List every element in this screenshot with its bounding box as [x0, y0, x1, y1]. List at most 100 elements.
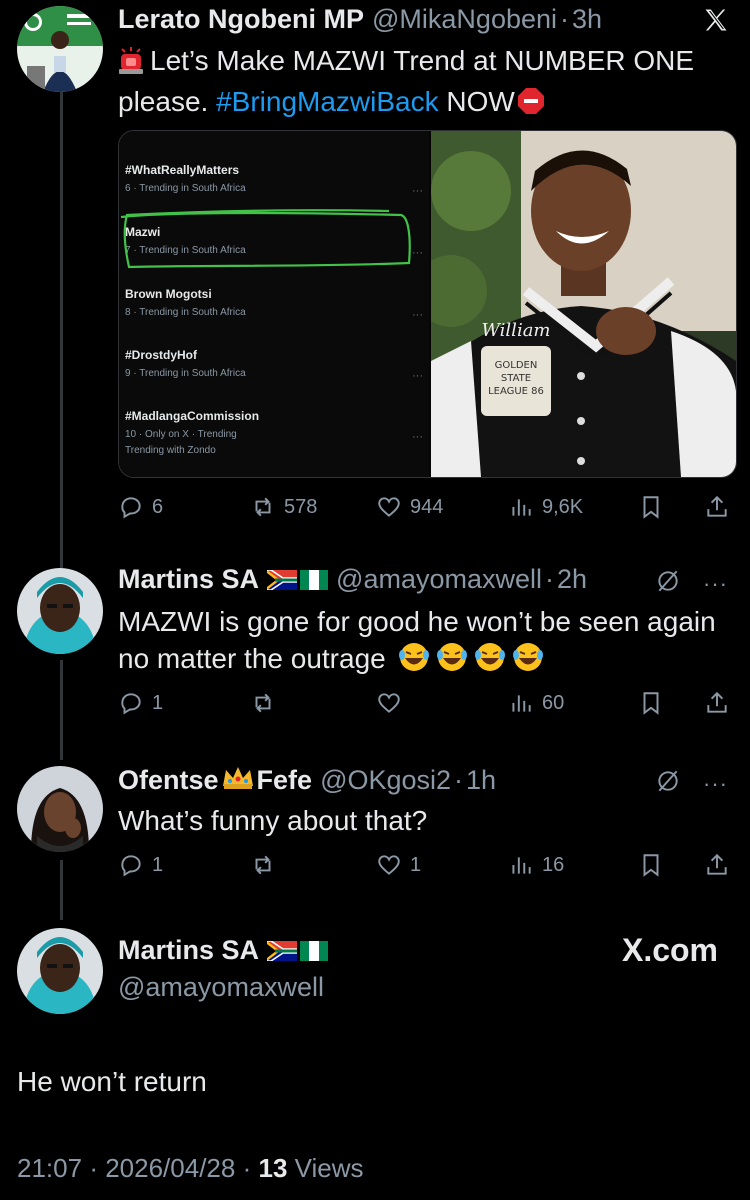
- avatar[interactable]: [17, 568, 103, 654]
- share-button[interactable]: [704, 852, 730, 878]
- author-name-part2[interactable]: Fefe: [257, 765, 313, 796]
- tweet-header: Ofentse Fefe @OKgosi2 · 1h: [118, 764, 496, 797]
- tweet-timestamp[interactable]: 21:07: [17, 1153, 82, 1183]
- trend-title: #DrostdyHof: [125, 348, 198, 362]
- highlight-scribble: [120, 209, 411, 269]
- repost-button[interactable]: [250, 690, 276, 716]
- like-count: 1: [410, 853, 422, 876]
- trend-item: #WhatReallyMatters 6 · Trending in South…: [125, 163, 246, 194]
- thread-connector: [60, 660, 63, 760]
- views-count: 60: [542, 691, 565, 714]
- tweet-time[interactable]: 1h: [466, 765, 496, 796]
- thread-screen: Lerato Ngobeni MP @MikaNgobeni · 3h Let’…: [0, 0, 750, 1200]
- laugh-emoji-icon: [398, 641, 548, 682]
- repost-button[interactable]: 578: [250, 494, 317, 520]
- reply-button[interactable]: 1: [118, 852, 163, 878]
- like-count: 944: [410, 495, 444, 518]
- tweet-text: What’s funny about that?: [118, 802, 427, 839]
- trend-title: #WhatReallyMatters: [125, 163, 240, 177]
- tweet-actions: 1 60: [118, 690, 738, 724]
- repost-button[interactable]: [250, 852, 276, 878]
- repost-count: 578: [284, 495, 318, 518]
- views-label: Views: [294, 1153, 364, 1183]
- main-tweet-text: He won’t return: [17, 1066, 207, 1097]
- trending-screenshot: #WhatReallyMatters 6 · Trending in South…: [119, 131, 429, 477]
- bookmark-button[interactable]: [638, 690, 664, 716]
- main-tweet-handle-row: @amayomaxwell: [118, 972, 324, 1003]
- trend-sub: 8 · Trending in South Africa: [125, 307, 246, 318]
- author-handle[interactable]: @OKgosi2: [320, 765, 451, 796]
- reply-button[interactable]: 1: [118, 690, 163, 716]
- views-button[interactable]: 9,6K: [508, 494, 583, 520]
- crown-icon: [221, 764, 255, 797]
- author-name[interactable]: Martins SA: [118, 935, 259, 966]
- avatar[interactable]: [17, 6, 103, 92]
- separator-dot: ·: [560, 4, 570, 34]
- hashtag-link[interactable]: #BringMazwiBack: [216, 86, 439, 117]
- repost-icon: [255, 693, 271, 713]
- like-button[interactable]: 944: [376, 494, 443, 520]
- author-name[interactable]: Martins SA: [118, 564, 259, 595]
- grok-icon[interactable]: [655, 768, 681, 799]
- more-icon: ···: [412, 370, 423, 382]
- reply-count: 6: [152, 495, 164, 518]
- reply-icon: [121, 497, 141, 519]
- author-handle[interactable]: @amayomaxwell: [336, 564, 542, 595]
- main-tweet-header: Martins SA: [118, 935, 329, 966]
- views-button[interactable]: 16: [508, 852, 564, 878]
- tweet-media[interactable]: #WhatReallyMatters 6 · Trending in South…: [118, 130, 737, 478]
- trend-title: Brown Mogotsi: [125, 287, 212, 301]
- share-button[interactable]: [704, 494, 730, 520]
- jacket-brand-text: William: [481, 320, 550, 341]
- author-handle[interactable]: @amayomaxwell: [118, 972, 324, 1003]
- like-icon: [378, 855, 400, 875]
- reply-count: 1: [152, 853, 164, 876]
- share-icon: [707, 691, 727, 713]
- tweet-date[interactable]: 2026/04/28: [105, 1153, 235, 1183]
- trend-item: #DrostdyHof 9 · Trending in South Africa: [125, 348, 246, 379]
- tweet-time[interactable]: 2h: [557, 564, 587, 595]
- siren-icon: [118, 46, 144, 83]
- x-com-watermark: X.com: [621, 932, 718, 968]
- tweet-text-suffix: NOW: [438, 86, 515, 117]
- bookmark-icon: [643, 496, 659, 519]
- views-button[interactable]: 60: [508, 690, 564, 716]
- like-button[interactable]: 1: [376, 852, 421, 878]
- reply-count: 1: [152, 691, 164, 714]
- like-button[interactable]: [376, 690, 402, 716]
- separator-dot: ·: [89, 1153, 98, 1183]
- views-count: 16: [542, 853, 565, 876]
- trend-title: #MadlangaCommission: [125, 409, 260, 423]
- grok-icon[interactable]: [655, 568, 681, 599]
- avatar[interactable]: [17, 766, 103, 852]
- author-name[interactable]: Lerato Ngobeni MP: [118, 4, 364, 35]
- bookmark-icon: [643, 854, 659, 877]
- author-handle[interactable]: @MikaNgobeni: [372, 4, 557, 35]
- tweet-top-right: ···: [655, 768, 728, 799]
- bookmark-button[interactable]: [638, 494, 664, 520]
- separator-dot: ·: [242, 1153, 252, 1183]
- trend-context: Trending with Zondo: [125, 445, 216, 456]
- ng-flag-icon: [300, 569, 329, 590]
- repost-icon: [255, 855, 271, 875]
- tweet-header: Martins SA @amayomaxwell · 2h: [118, 564, 587, 595]
- author-name-part1[interactable]: Ofentse: [118, 765, 219, 796]
- photo-man-jacket: William GOLDEN STATE LEAGUE 86: [415, 131, 736, 477]
- share-button[interactable]: [704, 690, 730, 716]
- tweet-actions: 1 1 16: [118, 852, 738, 886]
- bookmark-button[interactable]: [638, 852, 664, 878]
- avatar[interactable]: [17, 928, 103, 1014]
- more-icon[interactable]: ···: [703, 571, 728, 597]
- more-icon[interactable]: ···: [703, 771, 728, 797]
- more-icon: ···: [412, 185, 423, 197]
- thread-connector: [60, 860, 63, 920]
- separator-dot: ·: [545, 564, 554, 594]
- views-icon: [512, 695, 531, 712]
- reply-icon: [121, 855, 141, 877]
- share-icon: [707, 853, 727, 875]
- tweet-top-right: [702, 6, 730, 39]
- reply-button[interactable]: 6: [118, 494, 163, 520]
- tweet-time[interactable]: 3h: [572, 4, 602, 35]
- trend-item: #MadlangaCommission 10 · Only on X · Tre…: [125, 409, 259, 456]
- sa-flag-icon: [267, 569, 298, 590]
